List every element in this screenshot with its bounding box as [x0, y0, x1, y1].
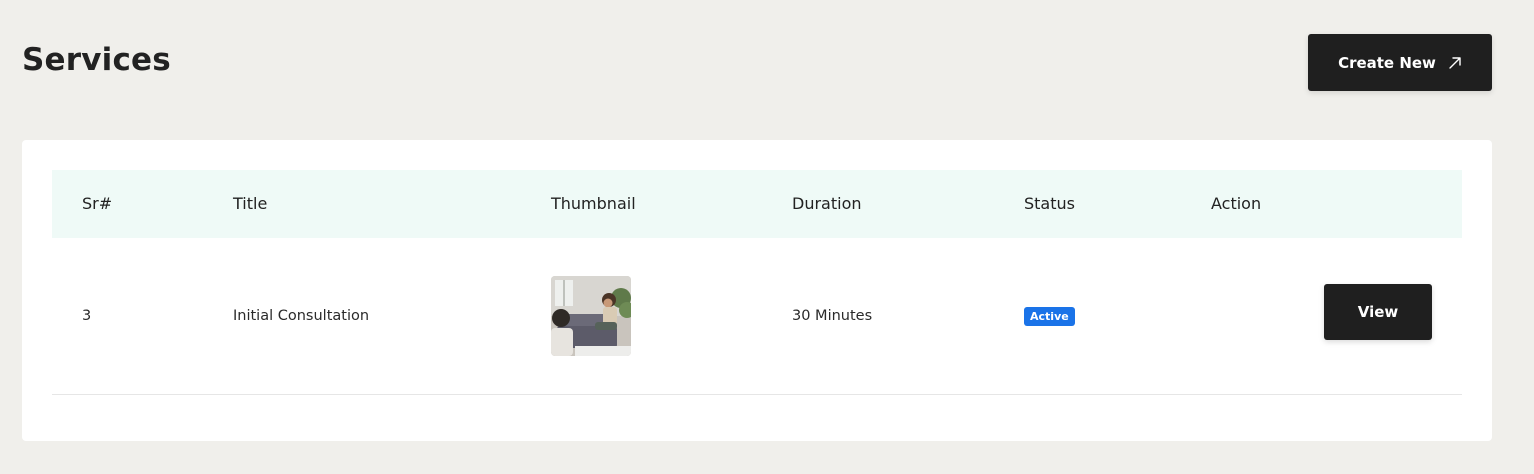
services-table-card: Sr# Title Thumbnail Duration Status Acti…: [22, 140, 1492, 441]
cell-duration: 30 Minutes: [792, 308, 873, 324]
create-new-button[interactable]: Create New: [1308, 34, 1492, 91]
page-title: Services: [22, 42, 171, 78]
column-header-sr: Sr#: [82, 194, 113, 213]
cell-sr: 3: [82, 308, 92, 324]
table-row: 3 Initial Consultation 30 Minutes Active…: [52, 238, 1462, 395]
table-header: Sr# Title Thumbnail Duration Status Acti…: [52, 170, 1462, 238]
cell-title: Initial Consultation: [233, 308, 370, 324]
cell-status: Active: [1024, 238, 1075, 394]
column-header-thumbnail: Thumbnail: [551, 194, 636, 213]
column-header-status: Status: [1024, 194, 1075, 213]
services-page: Services Create New Sr# Title Thumbnail …: [0, 0, 1534, 474]
cell-thumbnail: [551, 238, 631, 394]
column-header-duration: Duration: [792, 194, 862, 213]
status-badge: Active: [1024, 306, 1075, 326]
view-button[interactable]: View: [1324, 284, 1432, 340]
service-thumbnail-image: [551, 276, 631, 356]
arrow-up-right-icon: [1449, 56, 1461, 69]
column-header-action: Action: [1211, 194, 1262, 213]
create-new-label: Create New: [1338, 53, 1436, 72]
column-header-title: Title: [233, 194, 268, 213]
